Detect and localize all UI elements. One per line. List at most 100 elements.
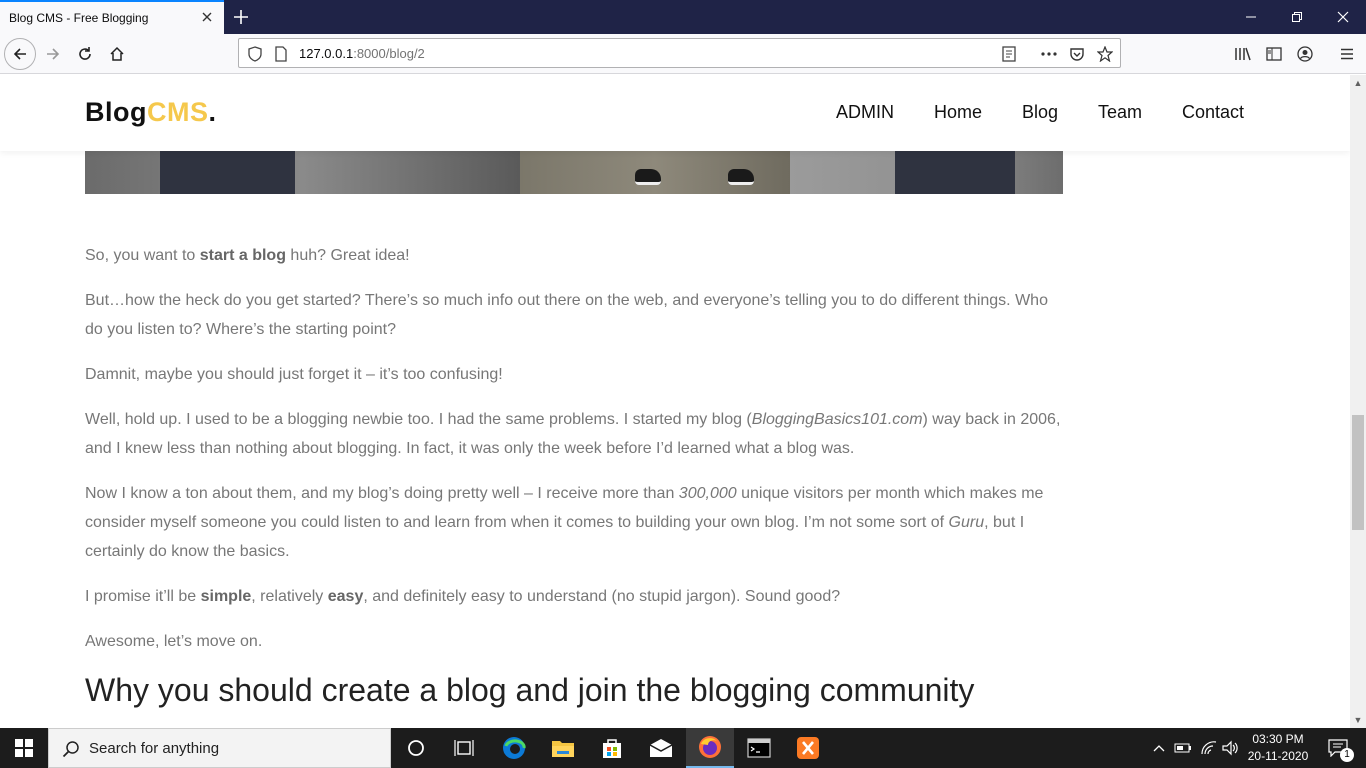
sidebar-button[interactable] <box>1259 39 1289 69</box>
hero-image <box>85 145 1063 194</box>
battery-icon <box>1174 743 1191 753</box>
forward-arrow-icon <box>47 48 60 60</box>
paragraph: Damnit, maybe you should just forget it … <box>85 366 503 383</box>
taskbar-clock[interactable]: 03:30 PM 20-11-2020 <box>1240 731 1316 765</box>
close-icon <box>1337 11 1349 23</box>
clock-date: 20-11-2020 <box>1247 749 1309 763</box>
edge-taskbar-app[interactable] <box>490 728 538 768</box>
text: huh? Great idea! <box>285 247 410 264</box>
bold-text: start a blog <box>199 247 286 264</box>
paragraph: But…how the heck do you get started? The… <box>85 292 1048 338</box>
battery-tray[interactable] <box>1172 728 1194 768</box>
nav-admin[interactable]: ADMIN <box>836 102 894 123</box>
folder-icon <box>552 741 574 757</box>
home-icon <box>110 46 124 61</box>
close-window-button[interactable] <box>1320 0 1366 34</box>
store-taskbar-app[interactable] <box>588 728 636 768</box>
browser-toolbar: 127.0.0.1:8000/blog/2 <box>0 34 1366 74</box>
nav-team[interactable]: Team <box>1098 102 1142 123</box>
hero-jeans-right <box>895 145 1015 194</box>
url-path: :8000/blog/2 <box>353 46 425 61</box>
start-button[interactable] <box>0 728 48 768</box>
text: I promise it’ll be <box>85 588 201 605</box>
cortana-button[interactable] <box>392 728 440 768</box>
scroll-thumb[interactable] <box>1352 415 1364 530</box>
site-logo[interactable]: BlogCMS. <box>85 97 217 128</box>
reload-button[interactable] <box>70 39 100 69</box>
notification-count-badge: 1 <box>1340 748 1354 762</box>
mail-icon <box>649 739 673 757</box>
minimize-button[interactable] <box>1228 0 1274 34</box>
terminal-taskbar-app[interactable] <box>735 728 783 768</box>
scroll-up-icon[interactable]: ▲ <box>1350 75 1366 91</box>
url-bar[interactable]: 127.0.0.1:8000/blog/2 <box>238 38 1121 68</box>
reader-view-icon[interactable] <box>1000 45 1018 63</box>
taskbar-search[interactable]: Search for anything <box>48 728 391 768</box>
library-icon <box>1235 47 1251 61</box>
shield-icon[interactable] <box>246 45 264 63</box>
task-view-icon <box>454 740 474 756</box>
logo-main-text: Blog <box>85 97 147 127</box>
restore-icon <box>1292 12 1302 22</box>
firefox-taskbar-app[interactable] <box>686 728 734 768</box>
show-hidden-icons-button[interactable] <box>1150 728 1168 768</box>
tab-title: Blog CMS - Free Blogging <box>9 11 149 25</box>
text: Now I know a ton about them, and my blog… <box>85 485 679 502</box>
logo-dot: . <box>208 97 217 127</box>
text: So, you want to <box>85 247 200 264</box>
browser-tab[interactable]: Blog CMS - Free Blogging <box>0 0 224 34</box>
article-body: So, you want to start a blog huh? Great … <box>85 241 1065 709</box>
task-view-button[interactable] <box>440 728 488 768</box>
paragraph: I promise it’ll be simple, relatively ea… <box>85 582 1065 611</box>
account-button[interactable] <box>1290 39 1320 69</box>
bold-text: easy <box>327 588 364 605</box>
menu-button[interactable] <box>1332 39 1362 69</box>
url-host: 127.0.0.1 <box>299 46 354 61</box>
mail-taskbar-app[interactable] <box>637 728 685 768</box>
text: , and definitely easy to understand (no … <box>363 588 841 605</box>
xampp-icon <box>797 737 819 759</box>
text: , relatively <box>251 588 328 605</box>
windows-logo-icon <box>15 739 33 757</box>
hero-image-left <box>85 145 520 194</box>
cortana-icon <box>408 740 424 756</box>
page-scrollbar[interactable]: ▲ ▼ <box>1350 75 1366 728</box>
bookmark-star-icon[interactable] <box>1096 45 1114 63</box>
section-heading: Why you should create a blog and join th… <box>85 672 975 708</box>
hero-jeans-left <box>160 145 295 194</box>
library-button[interactable] <box>1228 39 1258 69</box>
bold-text: simple <box>200 588 252 605</box>
page-info-icon[interactable] <box>272 45 290 63</box>
pocket-icon[interactable] <box>1068 45 1086 63</box>
close-tab-icon[interactable] <box>200 10 214 24</box>
speaker-icon <box>1222 740 1238 756</box>
hamburger-menu-icon <box>1341 48 1353 60</box>
file-explorer-taskbar-app[interactable] <box>539 728 587 768</box>
nav-home[interactable]: Home <box>934 102 982 123</box>
search-placeholder: Search for anything <box>89 740 220 757</box>
volume-tray[interactable] <box>1220 728 1242 768</box>
chevron-up-icon <box>1153 745 1165 752</box>
restore-button[interactable] <box>1274 0 1320 34</box>
account-icon <box>1297 46 1313 62</box>
paragraph: Well, hold up. I used to be a blogging n… <box>85 405 1065 463</box>
new-tab-icon[interactable] <box>230 6 252 28</box>
web-page: BlogCMS. ADMIN Home Blog Team Contact So… <box>0 75 1350 728</box>
more-actions-icon[interactable] <box>1040 45 1058 63</box>
action-center-button[interactable]: 1 <box>1320 728 1356 768</box>
back-button[interactable] <box>4 38 36 70</box>
paragraph: Awesome, let’s move on. <box>85 633 263 650</box>
nav-contact[interactable]: Contact <box>1182 102 1244 123</box>
forward-button[interactable] <box>38 39 68 69</box>
scroll-down-icon[interactable]: ▼ <box>1350 712 1366 728</box>
reload-icon <box>79 47 91 60</box>
firefox-icon <box>699 736 721 758</box>
minimize-icon <box>1246 16 1256 18</box>
nav-blog[interactable]: Blog <box>1022 102 1058 123</box>
home-button[interactable] <box>102 39 132 69</box>
network-tray[interactable] <box>1198 728 1220 768</box>
sidebar-icon <box>1266 47 1282 61</box>
browser-titlebar: Blog CMS - Free Blogging <box>0 0 1366 34</box>
xampp-taskbar-app[interactable] <box>784 728 832 768</box>
italic-text: Guru <box>948 514 985 531</box>
